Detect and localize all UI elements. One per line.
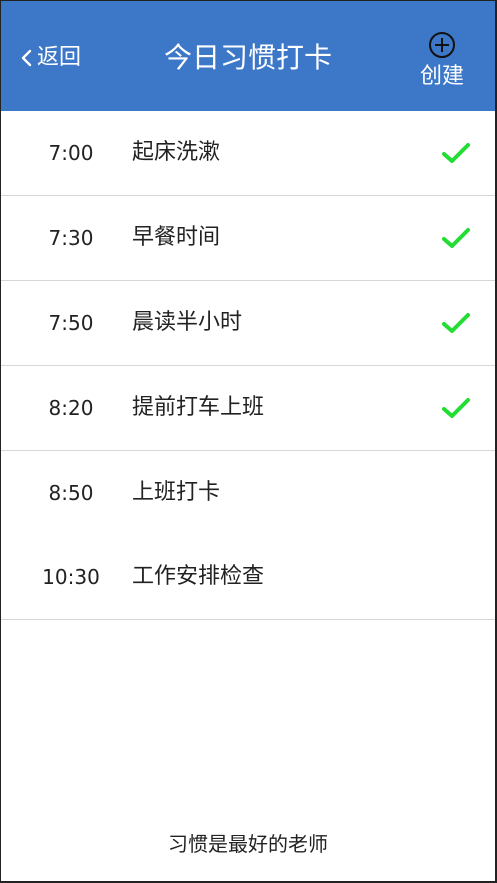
footer-motto: 习惯是最好的老师 <box>168 832 328 856</box>
habit-list: 7:00 起床洗漱 7:30 早餐时间 7:50 晨读半小时 8:20 提前打车… <box>1 111 495 620</box>
habit-name: 提前打车上班 <box>132 395 265 420</box>
habit-row[interactable]: 7:30 早餐时间 <box>1 196 495 281</box>
check-icon <box>442 143 470 163</box>
back-button[interactable]: 返回 <box>19 41 81 75</box>
habit-time: 7:00 <box>48 141 94 165</box>
habit-row[interactable]: 8:50 上班打卡 <box>1 451 495 535</box>
habit-name: 早餐时间 <box>132 225 221 250</box>
habit-name: 上班打卡 <box>132 480 221 505</box>
app-screen: 返回 今日习惯打卡 创建 7:00 起床洗漱 7:30 早餐时间 7:50 晨读… <box>1 1 495 881</box>
habit-name: 工作安排检查 <box>132 564 265 589</box>
habit-name: 起床洗漱 <box>132 140 221 165</box>
create-label: 创建 <box>419 64 464 89</box>
habit-time: 7:50 <box>48 311 94 335</box>
check-icon <box>442 313 470 333</box>
habit-row[interactable]: 10:30 工作安排检查 <box>1 535 495 620</box>
check-icon <box>442 228 470 248</box>
back-label: 返回 <box>37 45 82 70</box>
habit-time: 8:50 <box>48 481 94 505</box>
chevron-left-icon <box>21 49 32 67</box>
top-bar: 返回 今日习惯打卡 创建 <box>1 1 495 111</box>
habit-time: 7:30 <box>48 226 94 250</box>
check-icon <box>442 398 470 418</box>
habit-time: 10:30 <box>42 565 100 589</box>
habit-time: 8:20 <box>48 396 94 420</box>
habit-name: 晨读半小时 <box>132 310 243 335</box>
habit-row[interactable]: 8:20 提前打车上班 <box>1 366 495 451</box>
create-button[interactable]: 创建 <box>415 31 469 91</box>
habit-row[interactable]: 7:00 起床洗漱 <box>1 111 495 196</box>
habit-row[interactable]: 7:50 晨读半小时 <box>1 281 495 366</box>
plus-circle-icon <box>429 32 455 58</box>
